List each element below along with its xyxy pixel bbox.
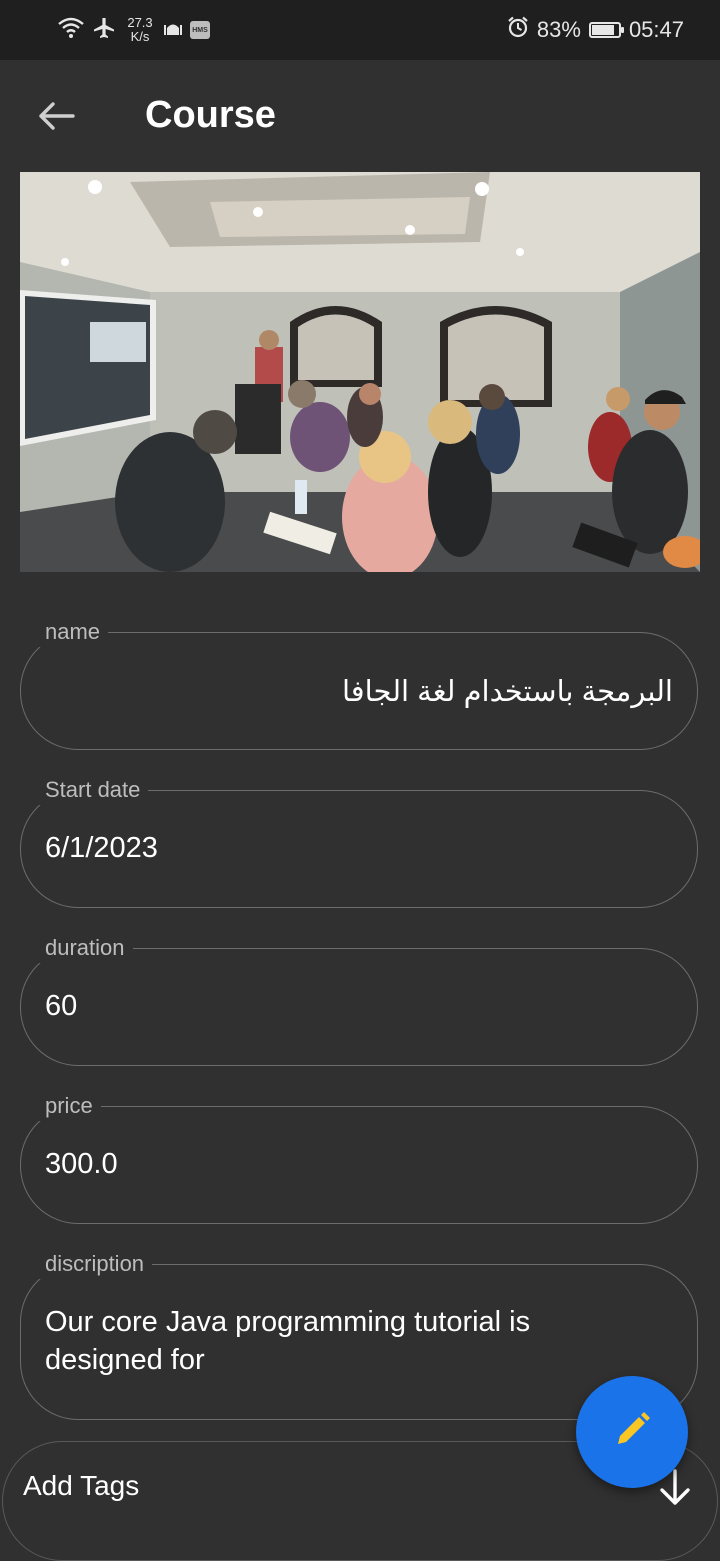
mosque-icon xyxy=(164,20,182,41)
pencil-icon xyxy=(612,1410,652,1455)
name-input[interactable]: البرمجة باستخدام لغة الجافا xyxy=(51,673,673,711)
network-speed: 27.3 K/s xyxy=(124,16,156,44)
battery-level xyxy=(591,25,614,35)
course-image xyxy=(20,172,700,572)
name-field[interactable]: name البرمجة باستخدام لغة الجافا xyxy=(20,617,698,750)
hms-icon: HMS xyxy=(190,21,210,39)
status-left-icons: 27.3 K/s HMS xyxy=(58,12,210,48)
start-date-field[interactable]: Start date 6/1/2023 xyxy=(20,775,698,908)
status-bar: 27.3 K/s HMS 83% 05:47 xyxy=(0,0,720,60)
duration-field[interactable]: duration 60 xyxy=(20,933,698,1066)
price-label: price xyxy=(37,1091,101,1121)
arrow-back-icon xyxy=(37,101,75,136)
duration-label: duration xyxy=(37,933,133,963)
description-label: discription xyxy=(37,1249,153,1279)
back-button[interactable] xyxy=(30,92,82,144)
add-tags-label: Add Tags xyxy=(23,1470,140,1501)
description-input[interactable]: Our core Java programming tutorial is de… xyxy=(45,1303,597,1379)
status-right-icons: 83% 05:47 xyxy=(507,12,684,48)
battery-percent: 83% xyxy=(536,17,581,42)
start-date-label: Start date xyxy=(37,775,149,805)
start-date-input[interactable]: 6/1/2023 xyxy=(45,829,673,867)
network-speed-unit: K/s xyxy=(130,29,150,44)
name-label: name xyxy=(37,617,109,647)
alarm-icon xyxy=(507,16,529,44)
page-title: Course xyxy=(145,94,276,136)
price-input[interactable]: 300.0 xyxy=(45,1145,673,1183)
network-speed-value: 27.3 xyxy=(127,15,153,30)
battery-icon xyxy=(588,22,624,38)
price-field[interactable]: price 300.0 xyxy=(20,1091,698,1224)
wifi-icon xyxy=(58,17,84,44)
airplane-icon xyxy=(92,16,116,45)
app-bar: Course xyxy=(0,60,720,172)
duration-input[interactable]: 60 xyxy=(45,987,673,1025)
edit-fab-button[interactable] xyxy=(576,1376,688,1488)
clock: 05:47 xyxy=(628,17,684,42)
